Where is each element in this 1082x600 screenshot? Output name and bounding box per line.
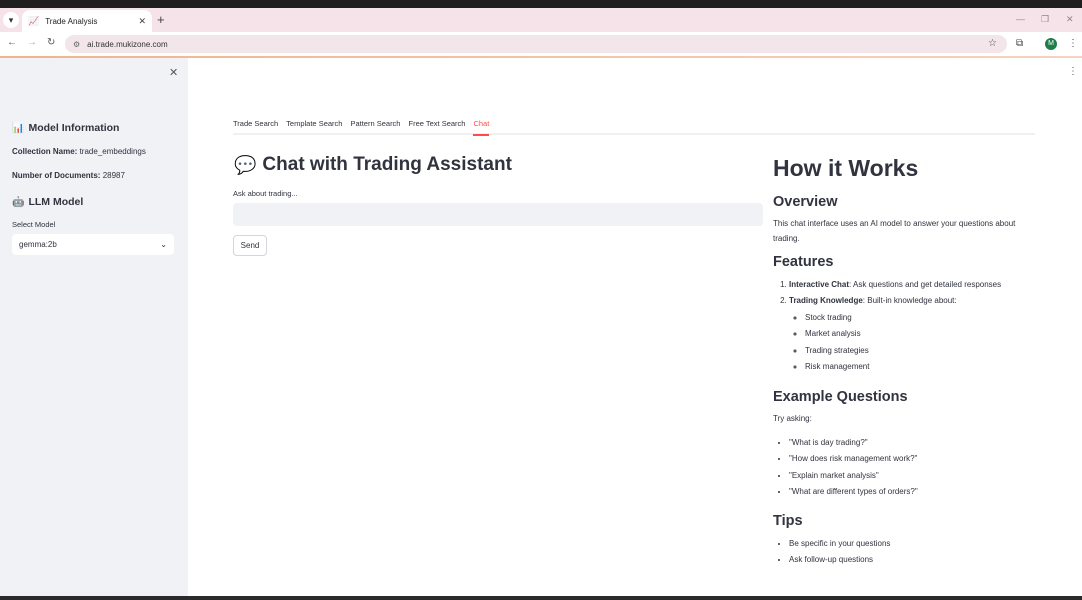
tab-close-icon[interactable]: ✕ xyxy=(138,16,146,27)
tab-chat[interactable]: Chat xyxy=(473,118,489,136)
ask-input-label: Ask about trading... xyxy=(233,189,298,198)
how-it-works-title: How it Works xyxy=(773,155,919,181)
knowledge-item: Risk management xyxy=(805,359,1043,375)
site-info-icon[interactable]: ⚙ xyxy=(73,40,80,49)
reload-icon[interactable]: ↻ xyxy=(47,37,55,48)
feature-desc: : Built-in knowledge about: xyxy=(862,296,957,306)
restore-icon[interactable]: ❐ xyxy=(1041,14,1049,25)
features-list: Interactive Chat: Ask questions and get … xyxy=(773,277,1043,375)
tab-strip: ▾ 📈 Trade Analysis ✕ + — ❐ ✕ xyxy=(0,8,1082,32)
window-close-icon[interactable]: ✕ xyxy=(1066,14,1074,25)
app-menu-icon[interactable]: ⋮ xyxy=(1068,66,1078,77)
examples-heading: Example Questions xyxy=(773,389,908,406)
speech-bubble-icon: 💬 xyxy=(234,154,257,175)
feature-title: Interactive Chat xyxy=(789,280,850,289)
knowledge-item: Trading strategies xyxy=(805,343,1043,359)
bottom-bar xyxy=(0,596,1082,600)
examples-list: "What is day trading?" "How does risk ma… xyxy=(773,435,1043,501)
chevron-down-icon: ⌄ xyxy=(160,240,167,249)
tab-template-search[interactable]: Template Search xyxy=(286,118,342,133)
bookmark-star-icon[interactable]: ☆ xyxy=(988,38,997,49)
feature-item: Trading Knowledge: Built-in knowledge ab… xyxy=(789,293,1043,375)
feature-title: Trading Knowledge xyxy=(789,296,863,306)
forward-icon[interactable]: → xyxy=(27,37,37,48)
robot-icon: 🤖 xyxy=(12,196,25,208)
example-question: "How does risk management work?" xyxy=(789,451,1043,467)
examples-intro: Try asking: xyxy=(773,414,812,424)
example-question: "Explain market analysis" xyxy=(789,468,1043,484)
chat-heading: 💬 Chat with Trading Assistant xyxy=(234,154,512,176)
model-information-heading: 📊 Model Information xyxy=(12,122,119,134)
how-it-works-panel: How it Works Overview This chat interfac… xyxy=(773,155,1043,576)
collection-name-value: trade_embeddings xyxy=(79,147,146,156)
tips-heading: Tips xyxy=(773,512,803,529)
collection-name-line: Collection Name: trade_embeddings xyxy=(12,147,146,156)
tab-pattern-search[interactable]: Pattern Search xyxy=(350,118,400,133)
model-select[interactable]: gemma:2b ⌄ xyxy=(12,234,174,255)
model-information-title: Model Information xyxy=(28,122,120,134)
sidebar-close-icon[interactable]: ✕ xyxy=(169,66,178,79)
bar-chart-icon: 📊 xyxy=(12,122,25,134)
feature-desc: : Ask questions and get detailed respons… xyxy=(849,280,1002,289)
tips-list: Be specific in your questions Ask follow… xyxy=(773,536,1043,569)
ask-input[interactable] xyxy=(233,203,763,226)
minimize-icon[interactable]: — xyxy=(1016,14,1025,24)
knowledge-item: Market analysis xyxy=(805,326,1043,342)
knowledge-item: Stock trading xyxy=(805,310,1043,326)
chart-favicon-icon: 📈 xyxy=(28,15,40,26)
main-tabs: Trade Search Template Search Pattern Sea… xyxy=(233,118,1035,136)
address-bar-row: ← → ↻ ⚙ ai.trade.mukizone.com ☆ ⧉ M ⋮ xyxy=(0,32,1082,56)
window-top-bar xyxy=(0,0,1082,8)
document-count-value: 28987 xyxy=(102,171,125,180)
overview-heading: Overview xyxy=(773,194,838,210)
document-count-line: Number of Documents: 28987 xyxy=(12,171,125,180)
example-question: "What is day trading?" xyxy=(789,435,1043,451)
chat-title: Chat with Trading Assistant xyxy=(262,154,512,175)
profile-avatar[interactable]: M xyxy=(1045,38,1057,50)
back-icon[interactable]: ← xyxy=(7,37,17,48)
url-text: ai.trade.mukizone.com xyxy=(87,39,168,49)
sidebar: ✕ 📊 Model Information Collection Name: t… xyxy=(0,58,188,600)
new-tab-icon[interactable]: + xyxy=(157,13,165,27)
send-button[interactable]: Send xyxy=(233,235,267,256)
feature-item: Interactive Chat: Ask questions and get … xyxy=(789,277,1043,293)
model-select-value: gemma:2b xyxy=(19,240,57,249)
tab-trade-search[interactable]: Trade Search xyxy=(233,118,278,133)
browser-tab-title: Trade Analysis xyxy=(45,16,98,26)
features-heading: Features xyxy=(773,254,834,270)
knowledge-list: Stock trading Market analysis Trading st… xyxy=(789,310,1043,376)
browser-menu-icon[interactable]: ⋮ xyxy=(1068,38,1078,49)
overview-text: This chat interface uses an AI model to … xyxy=(773,219,1016,243)
tab-search-icon[interactable]: ▾ xyxy=(3,12,19,28)
document-count-label: Number of Documents: xyxy=(12,171,101,180)
llm-model-heading: 🤖 LLM Model xyxy=(12,196,83,208)
url-field[interactable]: ⚙ ai.trade.mukizone.com ☆ xyxy=(65,35,1007,53)
tab-free-text-search[interactable]: Free Text Search xyxy=(408,118,465,133)
tip-item: Be specific in your questions xyxy=(789,536,1043,552)
tip-item: Ask follow-up questions xyxy=(789,552,1043,568)
select-model-label: Select Model xyxy=(12,220,56,229)
collection-name-label: Collection Name: xyxy=(12,147,78,156)
browser-tab[interactable]: 📈 Trade Analysis ✕ xyxy=(22,10,152,32)
extensions-icon[interactable]: ⧉ xyxy=(1016,38,1023,49)
example-question: "What are different types of orders?" xyxy=(789,484,1043,500)
llm-model-title: LLM Model xyxy=(28,196,84,208)
